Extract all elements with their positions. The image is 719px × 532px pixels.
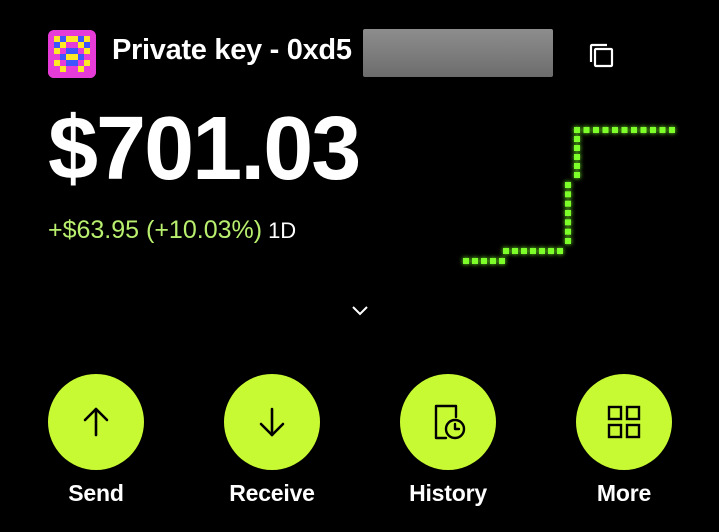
- history-circle[interactable]: [400, 374, 496, 470]
- change-value: +$63.95 (+10.03%): [48, 216, 263, 244]
- sparkline-dot: [650, 127, 656, 133]
- balance-change: +$63.95 (+10.03%) 1D: [48, 216, 296, 245]
- sparkline-dot: [574, 145, 580, 151]
- sparkline-dot: [612, 127, 618, 133]
- period-label[interactable]: 1D: [268, 218, 296, 243]
- receive-circle[interactable]: [224, 374, 320, 470]
- redacted-address: [363, 29, 553, 77]
- receive-label: Receive: [229, 480, 315, 506]
- sparkline-dot: [521, 248, 527, 254]
- sparkline-dot: [631, 127, 637, 133]
- arrow-up-icon: [83, 407, 109, 437]
- price-sparkline-chart: [463, 127, 675, 264]
- sparkline-dot: [621, 127, 628, 133]
- sparkline-dot: [565, 238, 571, 244]
- history-button[interactable]: History: [388, 374, 508, 507]
- more-label: More: [596, 480, 652, 506]
- sparkline-dot: [499, 258, 505, 264]
- sparkline-dot: [503, 248, 509, 254]
- sparkline-dot: [512, 248, 518, 254]
- sparkline-dot: [463, 258, 469, 264]
- sparkline-dot: [565, 191, 571, 198]
- sparkline-dot: [640, 127, 647, 133]
- arrow-down-icon: [259, 407, 285, 437]
- more-button[interactable]: More: [564, 374, 684, 507]
- sparkline-dot: [574, 136, 580, 142]
- grid-icon: [607, 405, 641, 439]
- sparkline-dot: [490, 258, 496, 264]
- sparkline-dot: [565, 182, 571, 188]
- sparkline-dot: [583, 127, 590, 133]
- sparkline-dot: [530, 248, 536, 254]
- sparkline-dot: [565, 228, 571, 235]
- history-label: History: [409, 480, 487, 506]
- sparkline-dot: [593, 127, 599, 133]
- sparkline-dot: [659, 127, 666, 133]
- account-name[interactable]: Private key - 0xd5: [112, 34, 352, 67]
- sparkline-dot: [548, 248, 554, 254]
- account-avatar[interactable]: [48, 30, 96, 78]
- chevron-down-icon[interactable]: [346, 298, 374, 322]
- sparkline-dot: [565, 200, 571, 207]
- send-circle[interactable]: [48, 374, 144, 470]
- sparkline-dot: [481, 258, 487, 264]
- receive-button[interactable]: Receive: [212, 374, 332, 507]
- copy-icon[interactable]: [586, 40, 618, 72]
- more-circle[interactable]: [576, 374, 672, 470]
- balance-amount: $701.03: [48, 99, 361, 199]
- send-button[interactable]: Send: [36, 374, 156, 507]
- pixel-identicon-icon: [48, 30, 96, 78]
- send-label: Send: [68, 480, 124, 506]
- sparkline-dot: [574, 163, 580, 169]
- sparkline-dot: [557, 248, 563, 254]
- sparkline-dot: [565, 210, 571, 216]
- sparkline-dot: [574, 127, 580, 133]
- sparkline-dot: [669, 127, 675, 133]
- history-icon: [434, 404, 466, 440]
- wallet-screen: Private key - 0xd5 $701.03 +$63.95 (+10.…: [0, 0, 719, 532]
- sparkline-dot: [574, 154, 580, 160]
- sparkline-dot: [565, 219, 571, 226]
- sparkline-dot: [574, 172, 580, 178]
- sparkline-dot: [539, 248, 545, 254]
- sparkline-dot: [472, 258, 478, 264]
- sparkline-dot: [602, 127, 609, 133]
